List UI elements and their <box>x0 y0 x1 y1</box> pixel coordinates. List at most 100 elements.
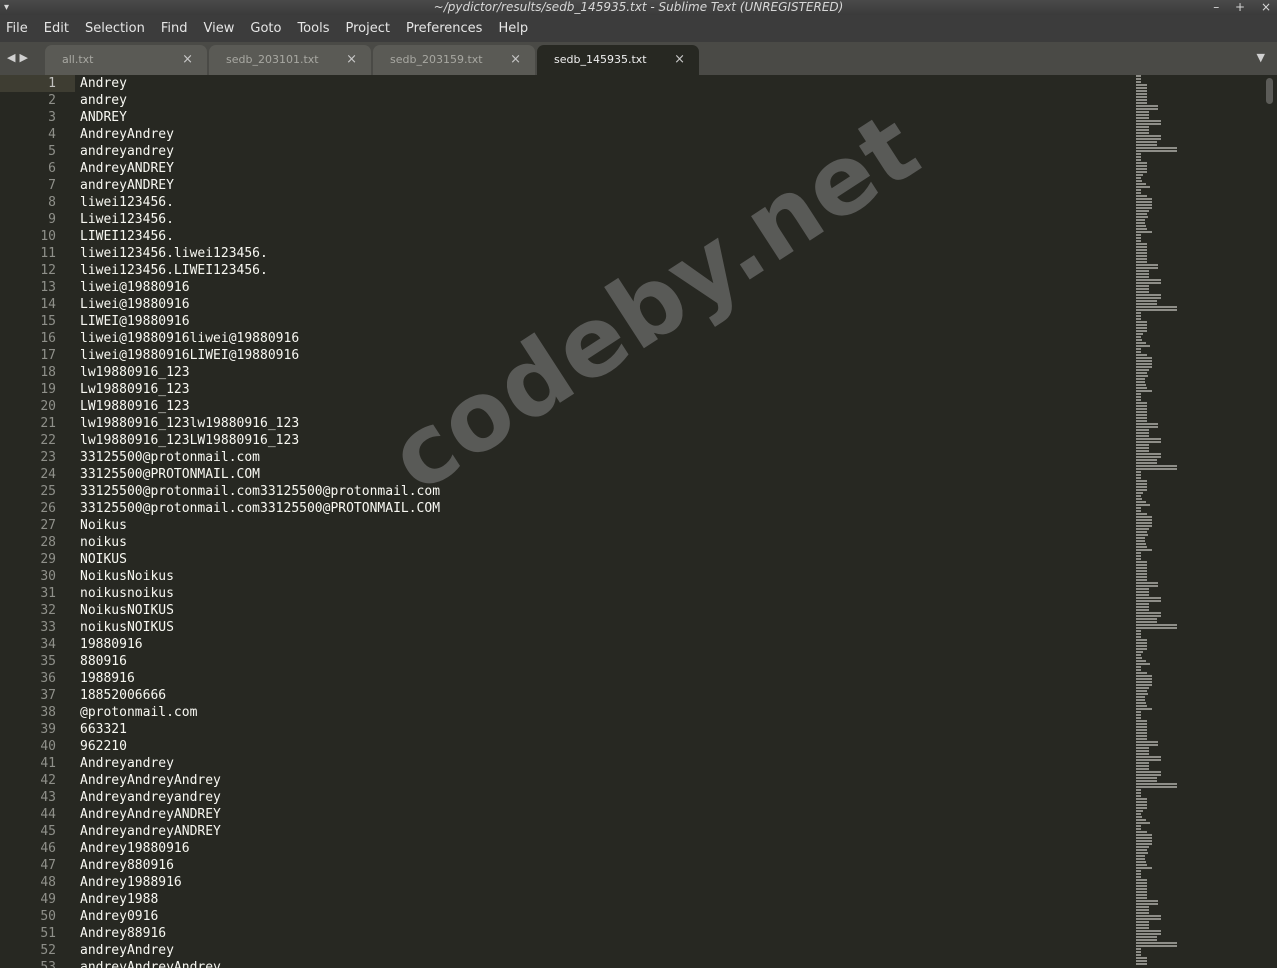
line-text[interactable]: 18852006666 <box>80 687 166 704</box>
tab-all-txt[interactable]: all.txt × <box>45 45 207 75</box>
tab-sedb-203159[interactable]: sedb_203159.txt × <box>373 45 535 75</box>
editor-line[interactable]: 53 andreyAndreyAndrey <box>0 959 1136 968</box>
editor-line[interactable]: 37 18852006666 <box>0 687 1136 704</box>
line-text[interactable]: 19880916 <box>80 636 143 653</box>
editor-area[interactable]: 1 Andrey 2 andrey 3 ANDREY 4 AndreyAndrey 5 andre… <box>0 75 1277 968</box>
line-text[interactable]: @protonmail.com <box>80 704 197 721</box>
line-text[interactable]: lw19880916_123lw19880916_123 <box>80 415 299 432</box>
line-text[interactable]: andreyandrey <box>80 143 174 160</box>
editor-line[interactable]: 32 NoikusNOIKUS <box>0 602 1136 619</box>
tab-dropdown-icon[interactable]: ▼ <box>1257 51 1265 64</box>
scrollbar-thumb[interactable] <box>1266 78 1273 104</box>
menu-project[interactable]: Project <box>337 15 397 42</box>
tab-sedb-203101[interactable]: sedb_203101.txt × <box>209 45 371 75</box>
editor-line[interactable]: 44 AndreyAndreyANDREY <box>0 806 1136 823</box>
editor-line[interactable]: 41 Andreyandrey <box>0 755 1136 772</box>
menu-goto[interactable]: Goto <box>242 15 289 42</box>
editor-line[interactable]: 33 noikusNOIKUS <box>0 619 1136 636</box>
editor-line[interactable]: 26 33125500@protonmail.com33125500@PROTON… <box>0 500 1136 517</box>
line-text[interactable]: NoikusNoikus <box>80 568 174 585</box>
editor-line[interactable]: 23 33125500@protonmail.com <box>0 449 1136 466</box>
editor-line[interactable]: 22 lw19880916_123LW19880916_123 <box>0 432 1136 449</box>
line-text[interactable]: noikus <box>80 534 127 551</box>
editor-line[interactable]: 5 andreyandrey <box>0 143 1136 160</box>
line-text[interactable]: 33125500@protonmail.com33125500@protonma… <box>80 483 440 500</box>
menu-preferences[interactable]: Preferences <box>398 15 490 42</box>
editor-line[interactable]: 6 AndreyANDREY <box>0 160 1136 177</box>
line-text[interactable]: 880916 <box>80 653 127 670</box>
editor-line[interactable]: 40 962210 <box>0 738 1136 755</box>
editor-line[interactable]: 38 @protonmail.com <box>0 704 1136 721</box>
line-text[interactable]: 33125500@protonmail.com <box>80 449 260 466</box>
line-text[interactable]: ANDREY <box>80 109 127 126</box>
line-text[interactable]: Liwei123456. <box>80 211 174 228</box>
line-text[interactable]: LIWEI@19880916 <box>80 313 190 330</box>
line-text[interactable]: Andreyandrey <box>80 755 174 772</box>
line-text[interactable]: liwei123456.LIWEI123456. <box>80 262 268 279</box>
menu-file[interactable]: File <box>0 15 36 42</box>
line-text[interactable]: NoikusNOIKUS <box>80 602 174 619</box>
vertical-scrollbar[interactable] <box>1263 75 1277 968</box>
line-text[interactable]: NOIKUS <box>80 551 127 568</box>
line-text[interactable]: liwei123456. <box>80 194 174 211</box>
line-text[interactable]: 33125500@protonmail.com33125500@PROTONMA… <box>80 500 440 517</box>
line-text[interactable]: AndreyANDREY <box>80 160 174 177</box>
editor-line[interactable]: 42 AndreyAndreyAndrey <box>0 772 1136 789</box>
close-window-button[interactable]: × <box>1261 0 1271 15</box>
menu-help[interactable]: Help <box>490 15 536 42</box>
minimize-button[interactable]: – <box>1213 0 1219 15</box>
maximize-button[interactable]: + <box>1235 0 1245 15</box>
editor-line[interactable]: 52 andreyAndrey <box>0 942 1136 959</box>
close-icon[interactable]: × <box>674 45 685 75</box>
line-text[interactable]: 33125500@PROTONMAIL.COM <box>80 466 260 483</box>
editor-line[interactable]: 50 Andrey0916 <box>0 908 1136 925</box>
line-text[interactable]: andreyAndreyAndrey <box>80 959 221 968</box>
line-text[interactable]: Andrey1988 <box>80 891 158 908</box>
line-text[interactable]: liwei@19880916LIWEI@19880916 <box>80 347 299 364</box>
editor-line[interactable]: 34 19880916 <box>0 636 1136 653</box>
editor-line[interactable]: 49 Andrey1988 <box>0 891 1136 908</box>
editor-line[interactable]: 10 LIWEI123456. <box>0 228 1136 245</box>
line-text[interactable]: Andrey1988916 <box>80 874 182 891</box>
editor-line[interactable]: 8 liwei123456. <box>0 194 1136 211</box>
line-text[interactable]: 962210 <box>80 738 127 755</box>
line-text[interactable]: AndreyandreyANDREY <box>80 823 221 840</box>
line-text[interactable]: noikusnoikus <box>80 585 174 602</box>
editor-line[interactable]: 7 andreyANDREY <box>0 177 1136 194</box>
nav-forward-icon[interactable]: ▶ <box>19 51 27 64</box>
line-text[interactable]: andreyANDREY <box>80 177 174 194</box>
editor-line[interactable]: 45 AndreyandreyANDREY <box>0 823 1136 840</box>
close-icon[interactable]: × <box>510 45 521 75</box>
editor-line[interactable]: 48 Andrey1988916 <box>0 874 1136 891</box>
line-text[interactable]: 663321 <box>80 721 127 738</box>
editor-line[interactable]: 43 Andreyandreyandrey <box>0 789 1136 806</box>
line-text[interactable]: andreyAndrey <box>80 942 174 959</box>
line-text[interactable]: LIWEI123456. <box>80 228 174 245</box>
line-text[interactable]: Noikus <box>80 517 127 534</box>
editor-line[interactable]: 51 Andrey88916 <box>0 925 1136 942</box>
editor-line[interactable]: 47 Andrey880916 <box>0 857 1136 874</box>
line-text[interactable]: Lw19880916_123 <box>80 381 190 398</box>
editor-line[interactable]: 39 663321 <box>0 721 1136 738</box>
line-text[interactable]: 1988916 <box>80 670 135 687</box>
line-text[interactable]: Andrey <box>80 75 127 92</box>
editor-line[interactable]: 1 Andrey <box>0 75 127 92</box>
editor-line[interactable]: 25 33125500@protonmail.com33125500@proton… <box>0 483 1136 500</box>
editor-line[interactable]: 31 noikusnoikus <box>0 585 1136 602</box>
line-text[interactable]: Andreyandreyandrey <box>80 789 221 806</box>
editor-line[interactable]: 24 33125500@PROTONMAIL.COM <box>0 466 1136 483</box>
line-text[interactable]: AndreyAndrey <box>80 126 174 143</box>
line-text[interactable]: Andrey88916 <box>80 925 166 942</box>
line-text[interactable]: Andrey0916 <box>80 908 158 925</box>
line-text[interactable]: AndreyAndreyAndrey <box>80 772 221 789</box>
menu-selection[interactable]: Selection <box>77 15 153 42</box>
line-text[interactable]: lw19880916_123 <box>80 364 190 381</box>
minimap[interactable] <box>1136 75 1263 968</box>
nav-back-icon[interactable]: ◀ <box>7 51 15 64</box>
close-icon[interactable]: × <box>346 45 357 75</box>
menu-tools[interactable]: Tools <box>289 15 337 42</box>
line-text[interactable]: LW19880916_123 <box>80 398 190 415</box>
window-menu-icon[interactable]: ▾ <box>4 0 9 15</box>
line-text[interactable]: lw19880916_123LW19880916_123 <box>80 432 299 449</box>
editor-line[interactable]: 11 liwei123456.liwei123456. <box>0 245 1136 262</box>
